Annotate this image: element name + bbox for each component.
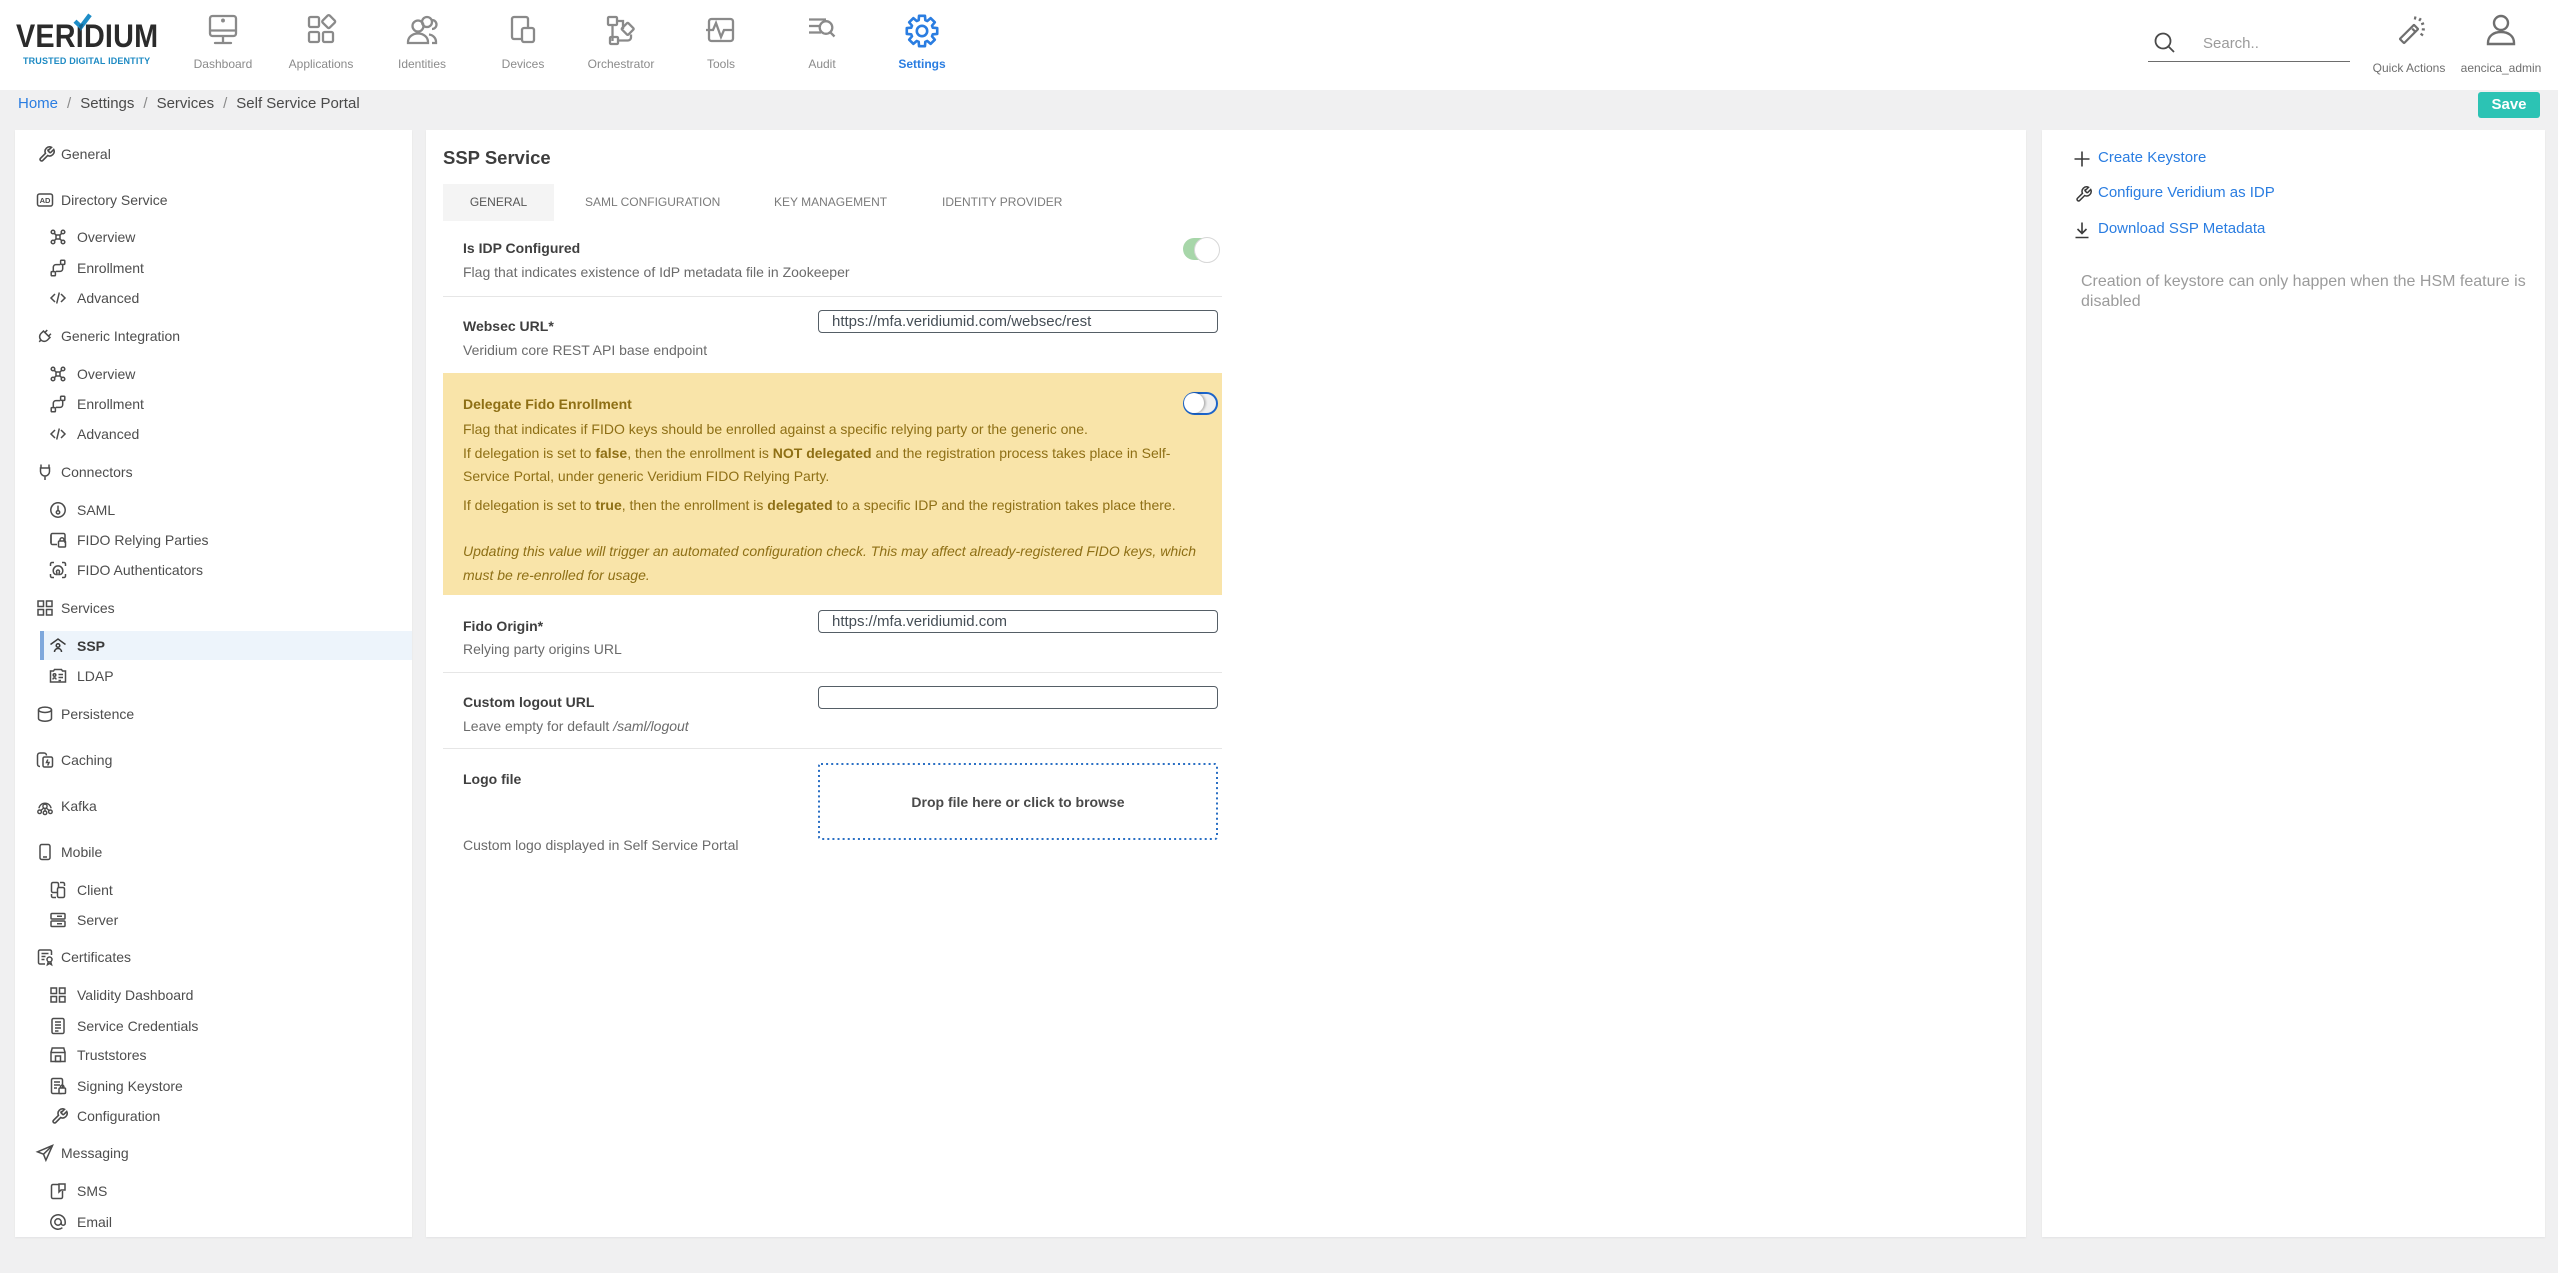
- svg-text:AD: AD: [40, 196, 51, 205]
